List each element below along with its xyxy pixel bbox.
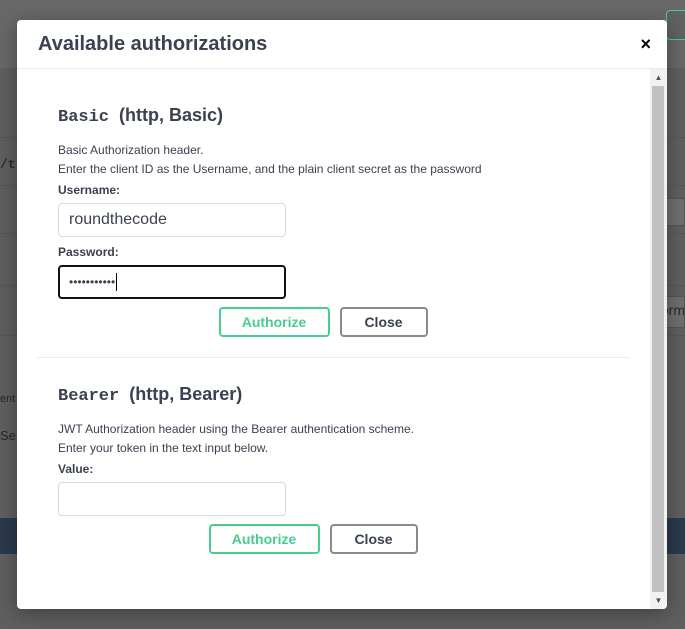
background-authorize-button	[666, 10, 685, 40]
modal-body: Basic (http, Basic) Basic Authorization …	[17, 69, 650, 609]
scroll-up-arrow-icon[interactable]: ▲	[650, 69, 667, 86]
bearer-description-line-1: JWT Authorization header using the Beare…	[58, 422, 414, 436]
basic-close-button[interactable]: Close	[339, 307, 428, 337]
username-label: Username:	[58, 183, 121, 197]
basic-auth-section: Basic (http, Basic) Basic Authorization …	[17, 69, 650, 357]
password-input[interactable]: •••••••••••	[58, 265, 286, 299]
close-icon[interactable]: ×	[640, 35, 651, 53]
modal-header: Available authorizations ×	[17, 20, 667, 69]
bearer-auth-section: Bearer (http, Bearer) JWT Authorization …	[37, 357, 630, 574]
background-text-fragment: Se	[0, 428, 16, 443]
background-text-fragment: ent	[0, 393, 16, 405]
bearer-auth-heading: Bearer (http, Bearer)	[58, 384, 630, 406]
basic-description-line-1: Basic Authorization header.	[58, 143, 204, 157]
username-input[interactable]: roundthecode	[58, 203, 286, 237]
bearer-scheme-info: (http, Bearer)	[129, 384, 243, 404]
basic-description-line-2: Enter the client ID as the Username, and…	[58, 162, 482, 176]
basic-scheme-info: (http, Basic)	[119, 105, 224, 125]
token-value-input[interactable]	[58, 482, 286, 516]
basic-scheme-name: Basic	[58, 108, 110, 127]
basic-button-row: Authorize Close	[58, 307, 588, 337]
password-mask: •••••••••••	[69, 275, 116, 289]
username-value: roundthecode	[69, 211, 167, 228]
modal-scrollbar[interactable]: ▲ ▼	[650, 69, 667, 609]
scroll-down-arrow-icon[interactable]: ▼	[650, 592, 667, 609]
bearer-authorize-button[interactable]: Authorize	[208, 524, 320, 554]
bearer-description-line-2: Enter your token in the text input below…	[58, 441, 269, 455]
password-label: Password:	[58, 245, 119, 259]
basic-auth-heading: Basic (http, Basic)	[58, 105, 630, 127]
scroll-thumb[interactable]	[652, 86, 664, 592]
text-caret	[116, 273, 118, 291]
bearer-scheme-name: Bearer	[58, 387, 120, 406]
bearer-button-row: Authorize Close	[58, 524, 568, 554]
auth-modal: Available authorizations × Basic (http, …	[17, 20, 667, 609]
value-label: Value:	[58, 462, 94, 476]
basic-authorize-button[interactable]: Authorize	[218, 307, 330, 337]
background-path-fragment: /t	[0, 157, 16, 172]
modal-title: Available authorizations	[38, 32, 268, 55]
bearer-close-button[interactable]: Close	[329, 524, 418, 554]
